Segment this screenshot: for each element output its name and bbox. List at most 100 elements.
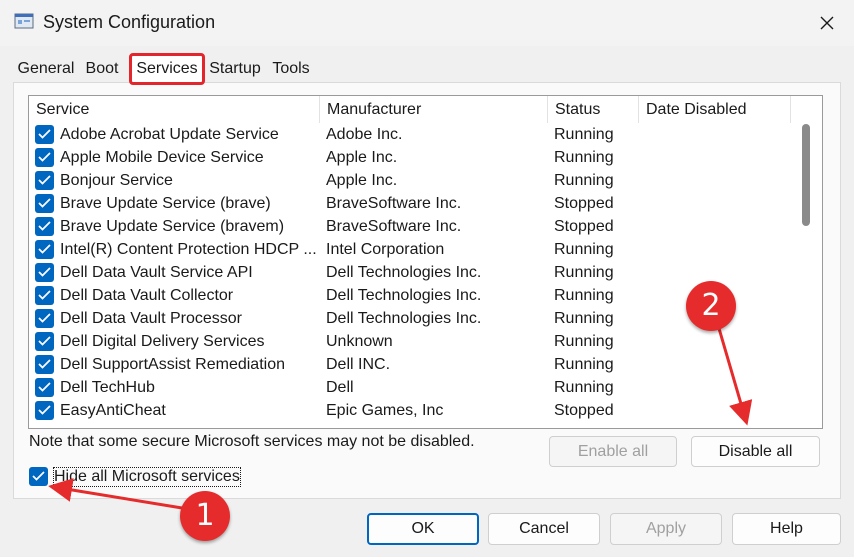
table-row[interactable]: Dell Data Vault Collector Dell Technologi… bbox=[29, 284, 789, 307]
service-checkbox[interactable] bbox=[35, 401, 54, 420]
service-checkbox[interactable] bbox=[35, 309, 54, 328]
service-status: Running bbox=[554, 287, 614, 304]
checkmark-icon bbox=[38, 221, 51, 231]
service-name: Brave Update Service (bravem) bbox=[60, 218, 285, 235]
service-manufacturer: Dell INC. bbox=[326, 356, 391, 373]
service-manufacturer: Dell bbox=[326, 379, 354, 396]
service-date-disabled bbox=[645, 376, 785, 399]
checkmark-icon bbox=[38, 267, 51, 277]
service-checkbox[interactable] bbox=[35, 217, 54, 236]
service-checkbox[interactable] bbox=[35, 355, 54, 374]
table-row[interactable]: Brave Update Service (bravem) BraveSoftwa… bbox=[29, 215, 789, 238]
close-button[interactable] bbox=[800, 0, 854, 46]
disable-all-button[interactable]: Disable all bbox=[691, 436, 820, 467]
service-date-disabled bbox=[645, 123, 785, 146]
service-checkbox[interactable] bbox=[35, 286, 54, 305]
service-name: EasyAntiCheat bbox=[60, 402, 166, 419]
service-name: Dell Data Vault Processor bbox=[60, 310, 242, 327]
checkmark-icon bbox=[38, 382, 51, 392]
vertical-scrollbar[interactable] bbox=[792, 96, 822, 428]
service-name: Adobe Acrobat Update Service bbox=[60, 126, 279, 143]
table-row[interactable]: Brave Update Service (brave) BraveSoftwar… bbox=[29, 192, 789, 215]
table-row[interactable]: Intel(R) Content Protection HDCP ... Inte… bbox=[29, 238, 789, 261]
service-checkbox[interactable] bbox=[35, 194, 54, 213]
service-name: Dell SupportAssist Remediation bbox=[60, 356, 285, 373]
service-checkbox[interactable] bbox=[35, 125, 54, 144]
table-row[interactable]: Dell Data Vault Service API Dell Technolo… bbox=[29, 261, 789, 284]
service-manufacturer: Intel Corporation bbox=[326, 241, 445, 258]
service-checkbox[interactable] bbox=[35, 378, 54, 397]
checkmark-icon bbox=[38, 313, 51, 323]
service-date-disabled bbox=[645, 169, 785, 192]
service-manufacturer: BraveSoftware Inc. bbox=[326, 218, 462, 235]
table-row[interactable]: Bonjour Service Apple Inc. Running bbox=[29, 169, 789, 192]
column-header-date-disabled[interactable]: Date Disabled bbox=[639, 96, 791, 123]
column-header-status[interactable]: Status bbox=[548, 96, 639, 123]
service-status: Running bbox=[554, 310, 614, 327]
help-button[interactable]: Help bbox=[732, 513, 841, 545]
checkmark-icon bbox=[38, 244, 51, 254]
checkmark-icon bbox=[38, 405, 51, 415]
cancel-button[interactable]: Cancel bbox=[488, 513, 600, 545]
scrollbar-thumb[interactable] bbox=[802, 124, 810, 226]
service-date-disabled bbox=[645, 215, 785, 238]
service-manufacturer: Adobe Inc. bbox=[326, 126, 403, 143]
hide-microsoft-label[interactable]: Hide all Microsoft services bbox=[53, 467, 241, 487]
service-manufacturer: Dell Technologies Inc. bbox=[326, 287, 482, 304]
service-manufacturer: Apple Inc. bbox=[326, 149, 398, 166]
checkmark-icon bbox=[38, 152, 51, 162]
table-row[interactable]: EasyAntiCheat Epic Games, Inc Stopped bbox=[29, 399, 789, 422]
service-date-disabled bbox=[645, 399, 785, 422]
tab-tools[interactable]: Tools bbox=[267, 56, 315, 82]
apply-button[interactable]: Apply bbox=[610, 513, 722, 545]
service-checkbox[interactable] bbox=[35, 263, 54, 282]
tab-services[interactable]: Services bbox=[129, 53, 205, 85]
checkmark-icon bbox=[38, 198, 51, 208]
system-config-icon bbox=[14, 13, 34, 29]
table-row[interactable]: Adobe Acrobat Update Service Adobe Inc. Ru… bbox=[29, 123, 789, 146]
service-manufacturer: BraveSoftware Inc. bbox=[326, 195, 462, 212]
service-status: Running bbox=[554, 379, 614, 396]
service-checkbox[interactable] bbox=[35, 148, 54, 167]
column-header-manufacturer[interactable]: Manufacturer bbox=[320, 96, 548, 123]
service-status: Running bbox=[554, 149, 614, 166]
service-name: Dell Digital Delivery Services bbox=[60, 333, 265, 350]
checkmark-icon bbox=[38, 336, 51, 346]
title-bar: System Configuration bbox=[0, 0, 854, 46]
service-status: Stopped bbox=[554, 402, 614, 419]
table-row[interactable]: Apple Mobile Device Service Apple Inc. Run… bbox=[29, 146, 789, 169]
table-row[interactable]: Dell Data Vault Processor Dell Technologi… bbox=[29, 307, 789, 330]
service-checkbox[interactable] bbox=[35, 171, 54, 190]
service-checkbox[interactable] bbox=[35, 240, 54, 259]
service-checkbox[interactable] bbox=[35, 332, 54, 351]
service-status: Stopped bbox=[554, 218, 614, 235]
checkmark-icon bbox=[38, 290, 51, 300]
table-row[interactable]: Dell SupportAssist Remediation Dell INC. R… bbox=[29, 353, 789, 376]
tab-general[interactable]: General bbox=[13, 56, 79, 82]
service-status: Running bbox=[554, 172, 614, 189]
window-title: System Configuration bbox=[43, 12, 216, 32]
tab-startup[interactable]: Startup bbox=[206, 56, 264, 82]
checkmark-icon bbox=[38, 359, 51, 369]
service-name: Apple Mobile Device Service bbox=[60, 149, 264, 166]
service-name: Dell Data Vault Service API bbox=[60, 264, 253, 281]
service-status: Stopped bbox=[554, 195, 614, 212]
annotation-badge-2: 2 bbox=[686, 281, 736, 331]
hide-microsoft-checkbox[interactable] bbox=[29, 467, 48, 486]
service-manufacturer: Dell Technologies Inc. bbox=[326, 264, 482, 281]
list-header: Service Manufacturer Status Date Disable… bbox=[29, 96, 791, 123]
service-manufacturer: Epic Games, Inc bbox=[326, 402, 444, 419]
ok-button[interactable]: OK bbox=[367, 513, 479, 545]
services-list[interactable]: Service Manufacturer Status Date Disable… bbox=[28, 95, 823, 429]
service-date-disabled bbox=[645, 238, 785, 261]
service-date-disabled bbox=[645, 330, 785, 353]
tab-boot[interactable]: Boot bbox=[81, 56, 123, 82]
column-header-service[interactable]: Service bbox=[29, 96, 320, 123]
service-date-disabled bbox=[645, 192, 785, 215]
table-row[interactable]: Dell TechHub Dell Running bbox=[29, 376, 789, 399]
table-row[interactable]: Dell Digital Delivery Services Unknown Run… bbox=[29, 330, 789, 353]
service-manufacturer: Unknown bbox=[326, 333, 393, 350]
service-name: Dell Data Vault Collector bbox=[60, 287, 234, 304]
enable-all-button[interactable]: Enable all bbox=[549, 436, 677, 467]
service-status: Running bbox=[554, 264, 614, 281]
